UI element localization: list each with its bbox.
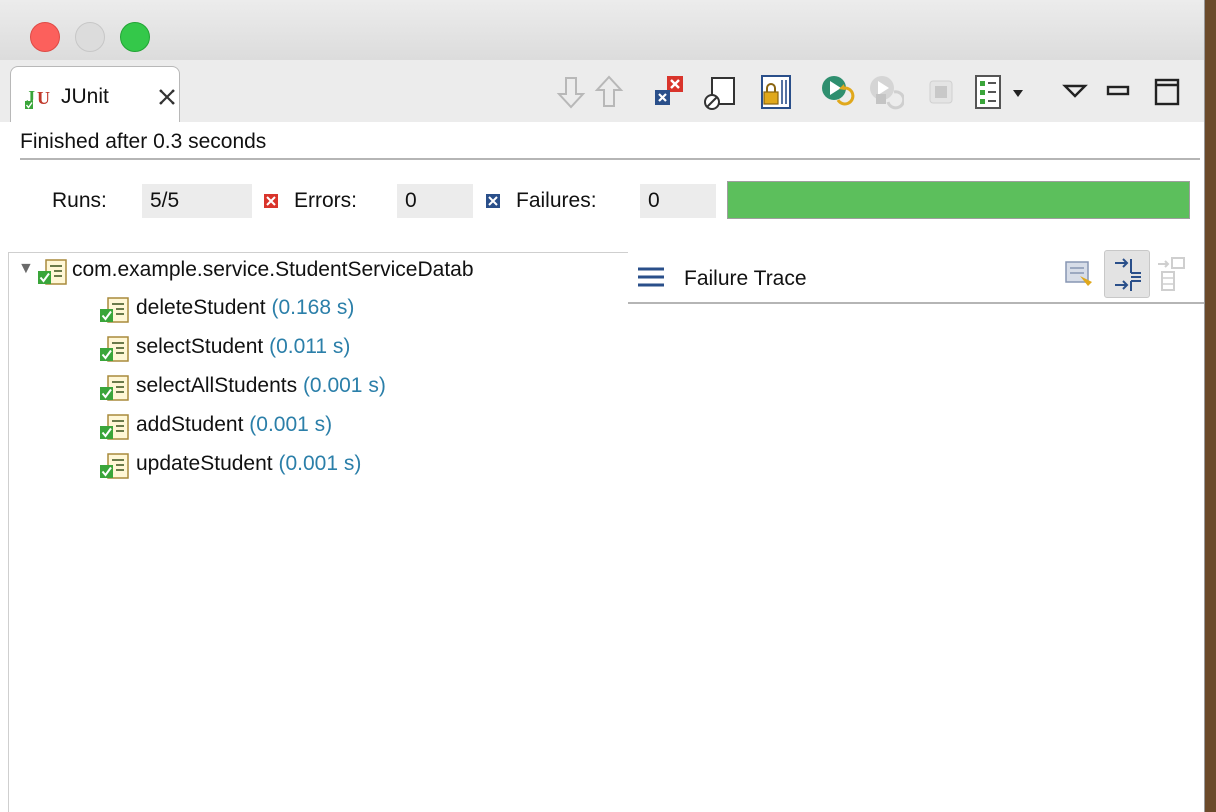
close-tab-icon[interactable] (157, 87, 177, 107)
failures-label: Failures: (516, 189, 597, 212)
junit-window: J U JUnit Finished after 0.3 seconds Run… (0, 0, 1205, 812)
failure-trace-title: Failure Trace (684, 267, 807, 290)
scroll-lock-icon[interactable] (756, 72, 794, 112)
tree-test-node[interactable]: deleteStudent (0.168 s) (0, 293, 628, 325)
test-passed-icon (98, 451, 130, 481)
test-name: selectAllStudents (136, 374, 298, 397)
maximize-window-button[interactable] (120, 22, 150, 52)
tree-test-node[interactable]: selectStudent (0.011 s) (0, 332, 628, 364)
tree-test-node[interactable]: selectAllStudents (0.001 s) (0, 371, 628, 403)
errors-value: 0 (397, 184, 473, 218)
rerun-test-icon[interactable] (818, 72, 856, 112)
view-menu-icon[interactable] (1056, 72, 1094, 112)
junit-icon: J U (25, 85, 55, 111)
stop-icon[interactable] (922, 72, 960, 112)
suite-passed-icon (36, 257, 68, 287)
test-name: updateStudent (136, 452, 273, 475)
runs-label: Runs: (52, 189, 107, 212)
copy-trace-icon[interactable] (1152, 250, 1196, 296)
failure-trace-divider (628, 302, 1204, 304)
tree-suite-node[interactable]: ▼ com.example.service.StudentServiceData… (18, 255, 628, 287)
history-dropdown-icon[interactable] (1008, 72, 1028, 112)
tree-test-node[interactable]: updateStudent (0.001 s) (0, 449, 628, 481)
progress-fill (728, 182, 1189, 218)
test-passed-icon (98, 373, 130, 403)
test-tree: ▼ com.example.service.StudentServiceData… (0, 255, 628, 812)
suite-name: com.example.service.StudentServiceDatab (72, 258, 474, 281)
test-duration: (0.001 s) (302, 374, 386, 397)
test-progress-bar (727, 181, 1190, 219)
maximize-view-icon[interactable] (1148, 72, 1186, 112)
svg-text:U: U (37, 88, 50, 108)
test-run-history-icon[interactable] (970, 72, 1008, 112)
tree-test-node[interactable]: addStudent (0.001 s) (0, 410, 628, 442)
test-name: selectStudent (136, 335, 264, 358)
test-duration: (0.168 s) (271, 296, 355, 319)
show-skipped-icon[interactable] (700, 72, 738, 112)
collapse-arrow-icon[interactable]: ▼ (18, 260, 34, 278)
minimize-window-button[interactable] (75, 22, 105, 52)
tree-border-top (8, 252, 628, 253)
failure-trace-header: Failure Trace (628, 250, 1204, 305)
runs-value: 5/5 (142, 184, 252, 218)
run-status-text: Finished after 0.3 seconds (20, 130, 267, 153)
filter-stack-trace-icon[interactable] (1104, 250, 1150, 298)
minimize-view-icon[interactable] (1100, 72, 1138, 112)
test-passed-icon (98, 334, 130, 364)
test-passed-icon (98, 412, 130, 442)
failure-trace-menu-icon (638, 267, 664, 287)
test-duration: (0.001 s) (278, 452, 362, 475)
next-failure-icon[interactable] (552, 72, 590, 112)
previous-failure-icon[interactable] (590, 72, 628, 112)
title-bar (0, 0, 1204, 61)
test-passed-icon (98, 295, 130, 325)
test-duration: (0.011 s) (269, 335, 351, 358)
failure-icon (486, 194, 500, 208)
rerun-failed-first-icon[interactable] (866, 72, 906, 112)
test-duration: (0.001 s) (249, 413, 333, 436)
errors-label: Errors: (294, 189, 357, 212)
test-name: deleteStudent (136, 296, 266, 319)
header-divider (20, 158, 1200, 160)
error-icon (264, 194, 278, 208)
close-window-button[interactable] (30, 22, 60, 52)
test-name: addStudent (136, 413, 244, 436)
show-failures-only-icon[interactable] (651, 72, 689, 112)
tab-junit[interactable]: J U JUnit (10, 66, 180, 122)
tab-label: JUnit (61, 85, 109, 108)
failures-value: 0 (640, 184, 716, 218)
compare-result-icon[interactable] (1058, 250, 1102, 296)
